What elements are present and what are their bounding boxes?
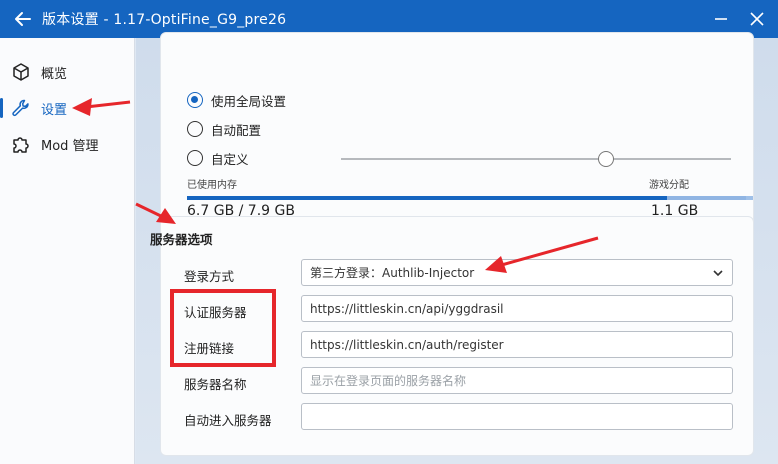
memory-bar-used [187,196,667,200]
radio-label: 自动配置 [211,122,262,138]
section-title: 服务器选项 [150,232,213,247]
memory-slider-track[interactable] [341,158,731,160]
cube-icon [10,61,32,83]
memory-bar [187,196,753,200]
close-icon [750,12,764,26]
used-memory-label: 已使用内存 [187,180,237,191]
login-method-label: 登录方式 [184,269,235,284]
main-content: 使用全局设置 自动配置 自定义 已使用内存 游戏分配 6.7 GB / 7.9 … [136,32,778,464]
radio-button[interactable] [187,121,203,137]
server-name-input[interactable]: 显示在登录页面的服务器名称 [301,367,733,394]
register-link-input[interactable]: https://littleskin.cn/auth/register [301,331,733,358]
login-method-select[interactable]: 第三方登录：Authlib-Injector [301,259,733,286]
chevron-down-icon [713,270,723,277]
wrench-icon [10,97,32,119]
server-name-label: 服务器名称 [184,377,247,392]
memory-slider-thumb[interactable] [598,151,614,167]
radio-button[interactable] [187,92,203,108]
sidebar-item-label: Mod 管理 [41,138,99,154]
radio-global-settings[interactable]: 使用全局设置 [187,89,286,111]
auto-join-label: 自动进入服务器 [184,413,272,428]
annotation-box [170,289,276,367]
auth-server-input[interactable]: https://littleskin.cn/api/yggdrasil [301,295,733,322]
radio-custom[interactable]: 自定义 [187,147,249,169]
memory-card: 使用全局设置 自动配置 自定义 已使用内存 游戏分配 6.7 GB / 7.9 … [160,32,754,242]
auth-server-value: https://littleskin.cn/api/yggdrasil [310,301,504,316]
radio-button[interactable] [187,150,203,166]
sidebar-item-settings[interactable]: 设置 [0,91,135,125]
radio-label: 使用全局设置 [211,93,287,109]
server-name-placeholder: 显示在登录页面的服务器名称 [310,374,467,388]
sidebar-item-overview[interactable]: 概览 [0,55,135,89]
radio-auto-config[interactable]: 自动配置 [187,118,261,140]
sidebar-item-label: 设置 [41,102,68,118]
register-link-value: https://littleskin.cn/auth/register [310,337,504,352]
arrow-left-icon [15,12,31,26]
memory-bar-allocated [667,196,746,200]
login-method-value: 第三方登录：Authlib-Injector [310,266,475,280]
auto-join-input[interactable] [301,403,733,430]
sidebar-item-label: 概览 [41,66,68,82]
puzzle-icon [10,133,32,155]
sidebar: 概览 设置 Mod 管理 [0,38,135,464]
back-button[interactable] [8,0,38,38]
window-title: 版本设置 - 1.17-OptiFine_G9_pre26 [42,12,287,28]
minimize-icon [715,18,727,20]
sidebar-item-mods[interactable]: Mod 管理 [0,127,135,161]
radio-label: 自定义 [211,151,249,167]
allocated-memory-label: 游戏分配 [649,180,689,191]
